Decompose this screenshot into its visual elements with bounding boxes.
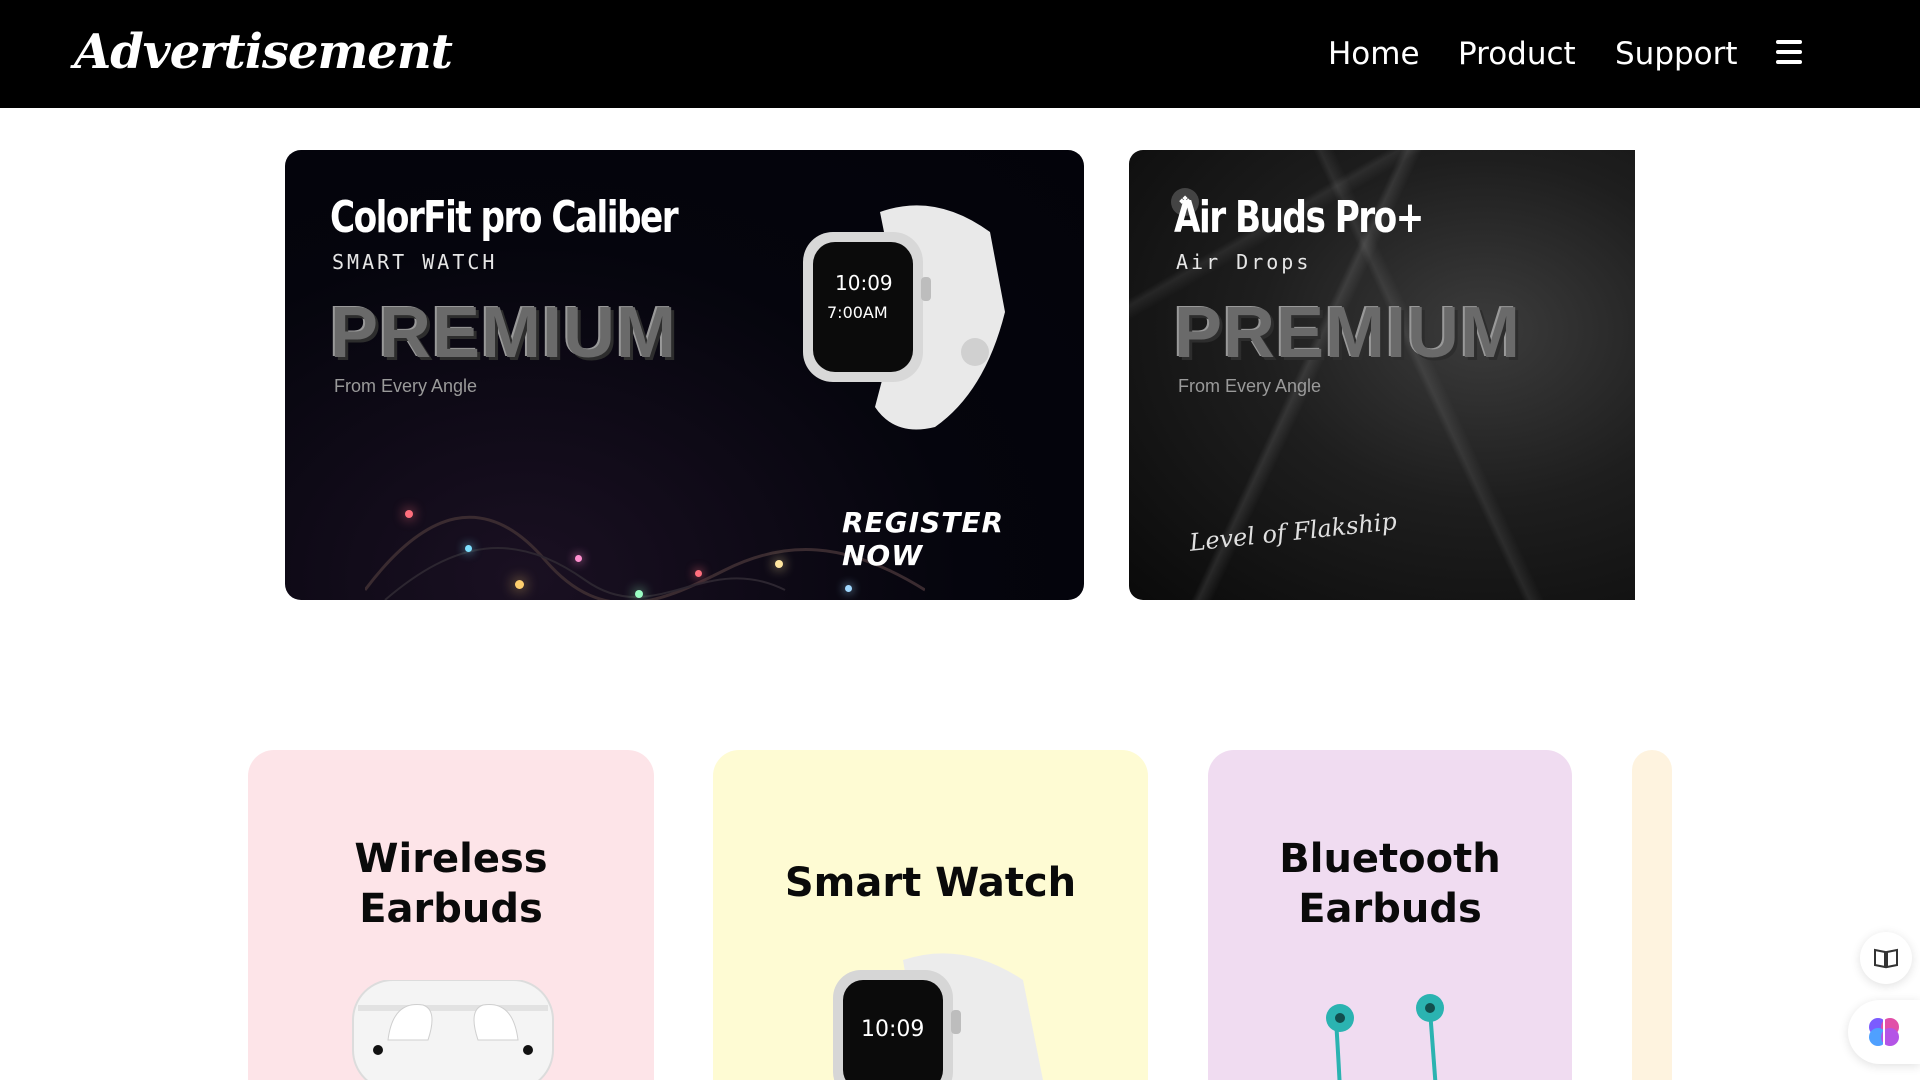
banner-premium-text: PREMIUM bbox=[330, 293, 677, 373]
card-title-line2: Earbuds bbox=[1298, 886, 1482, 932]
card-title-line2: Earbuds bbox=[359, 886, 543, 932]
banner-premium-text: PREMIUM bbox=[1174, 293, 1521, 373]
site-logo[interactable]: Advertisement bbox=[74, 24, 453, 80]
top-navbar: Advertisement Home Product Support bbox=[0, 0, 1920, 108]
banner-subtitle: SMART WATCH bbox=[332, 250, 498, 274]
card-title-line1: Smart Watch bbox=[784, 860, 1077, 906]
banner-tagline: From Every Angle bbox=[1178, 376, 1322, 396]
card-title-line1: Wireless bbox=[354, 836, 548, 882]
banner-title: Air Buds Pro+ bbox=[1174, 192, 1424, 243]
svg-text:7:00AM: 7:00AM bbox=[827, 303, 888, 322]
svg-text:10:09: 10:09 bbox=[861, 1017, 924, 1042]
smart-watch-image: 10:09 bbox=[813, 950, 1073, 1080]
brain-assistant-icon[interactable] bbox=[1848, 1000, 1920, 1064]
banner-air-buds[interactable]: ❖ Air Buds Pro+ Air Drops PREMIUM From E… bbox=[1129, 150, 1635, 600]
nav-link-support[interactable]: Support bbox=[1615, 36, 1738, 72]
banner-script-text: Level of Flakship bbox=[1188, 507, 1399, 557]
banner-subtitle: Air Drops bbox=[1176, 250, 1312, 274]
banner-smart-watch[interactable]: ColorFit pro Caliber SMART WATCH PREMIUM… bbox=[285, 150, 1084, 600]
fairy-lights-decoration bbox=[363, 450, 926, 600]
card-wireless-earbuds[interactable]: Wireless Earbuds bbox=[248, 750, 654, 1080]
card-partial[interactable] bbox=[1632, 750, 1672, 1080]
earbuds-case-image bbox=[348, 979, 558, 1080]
banner-tagline: From Every Angle bbox=[334, 376, 478, 396]
card-bluetooth-earbuds[interactable]: Bluetooth Earbuds bbox=[1208, 750, 1572, 1080]
nav-link-product[interactable]: Product bbox=[1458, 36, 1576, 72]
bluetooth-earbuds-image bbox=[1318, 980, 1468, 1080]
card-title-line1: Bluetooth bbox=[1279, 836, 1501, 882]
register-now-button[interactable]: REGISTER NOW bbox=[842, 506, 1084, 572]
reader-mode-icon[interactable] bbox=[1860, 932, 1912, 984]
card-smart-watch[interactable]: Smart Watch 10:09 bbox=[713, 750, 1148, 1080]
smart-watch-image: 10:09 7:00AM bbox=[785, 192, 1025, 442]
banner-title: ColorFit pro Caliber bbox=[330, 192, 679, 243]
svg-text:10:09: 10:09 bbox=[835, 271, 893, 295]
nav-link-home[interactable]: Home bbox=[1328, 36, 1420, 72]
hamburger-menu-icon[interactable] bbox=[1776, 40, 1802, 64]
